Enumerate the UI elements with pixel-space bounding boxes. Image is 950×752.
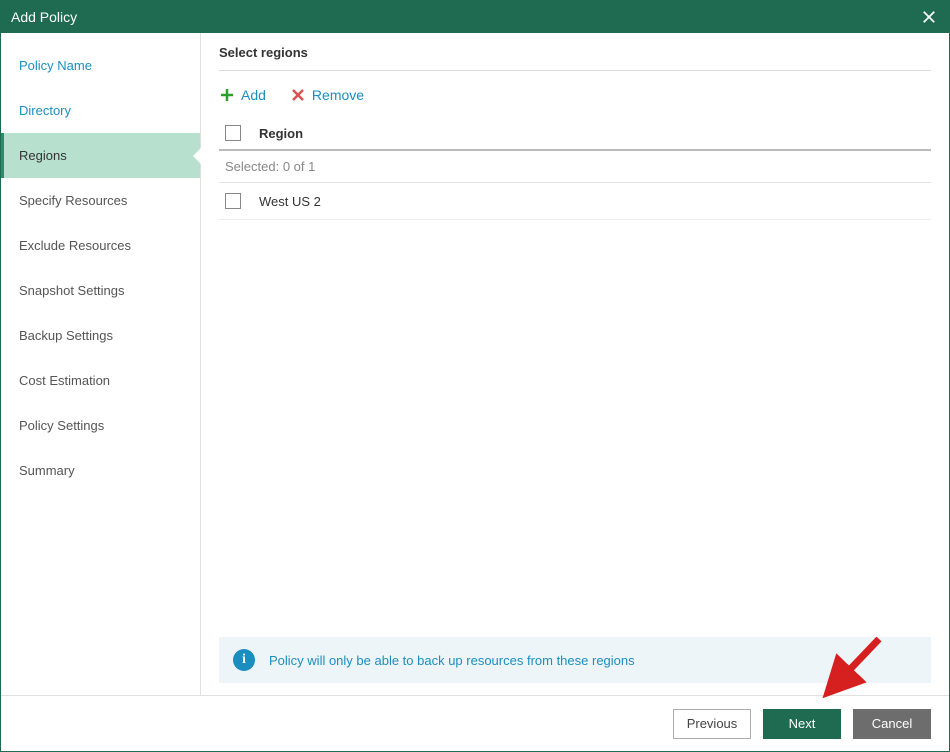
add-label: Add	[241, 87, 266, 103]
sidebar-item-regions[interactable]: Regions	[1, 133, 200, 178]
section-heading: Select regions	[219, 45, 931, 71]
next-button[interactable]: Next	[763, 709, 841, 739]
sidebar-item-specify-resources[interactable]: Specify Resources	[1, 178, 200, 223]
cancel-button[interactable]: Cancel	[853, 709, 931, 739]
sidebar-item-directory[interactable]: Directory	[1, 88, 200, 133]
sidebar-item-exclude-resources[interactable]: Exclude Resources	[1, 223, 200, 268]
sidebar-item-summary[interactable]: Summary	[1, 448, 200, 493]
selected-value: 0 of 1	[283, 159, 316, 174]
info-icon: i	[233, 649, 255, 671]
column-header-region: Region	[259, 126, 303, 141]
selection-count-row: Selected: 0 of 1	[219, 151, 931, 183]
info-text: Policy will only be able to back up reso…	[269, 653, 635, 668]
sidebar-item-cost-estimation[interactable]: Cost Estimation	[1, 358, 200, 403]
close-icon[interactable]	[919, 7, 939, 27]
previous-button[interactable]: Previous	[673, 709, 751, 739]
selected-label: Selected:	[225, 159, 279, 174]
row-checkbox[interactable]	[225, 193, 241, 209]
table-row[interactable]: West US 2	[219, 183, 931, 220]
table-header: Region	[219, 117, 931, 151]
dialog-footer: Previous Next Cancel	[1, 695, 949, 751]
plus-icon	[219, 87, 235, 103]
info-bar: i Policy will only be able to back up re…	[219, 637, 931, 683]
wizard-steps-sidebar: Policy NameDirectoryRegionsSpecify Resou…	[1, 33, 201, 695]
remove-button[interactable]: Remove	[290, 87, 364, 103]
row-region-name: West US 2	[259, 194, 321, 209]
sidebar-item-policy-settings[interactable]: Policy Settings	[1, 403, 200, 448]
main-panel: Select regions Add Remove Region	[201, 33, 949, 695]
toolbar: Add Remove	[219, 81, 931, 117]
dialog-title: Add Policy	[11, 9, 919, 25]
titlebar: Add Policy	[1, 1, 949, 33]
dialog-body: Policy NameDirectoryRegionsSpecify Resou…	[1, 33, 949, 695]
x-icon	[290, 87, 306, 103]
sidebar-item-policy-name[interactable]: Policy Name	[1, 43, 200, 88]
sidebar-item-snapshot-settings[interactable]: Snapshot Settings	[1, 268, 200, 313]
select-all-checkbox[interactable]	[225, 125, 241, 141]
sidebar-item-backup-settings[interactable]: Backup Settings	[1, 313, 200, 358]
remove-label: Remove	[312, 87, 364, 103]
add-button[interactable]: Add	[219, 87, 266, 103]
add-policy-dialog: Add Policy Policy NameDirectoryRegionsSp…	[0, 0, 950, 752]
